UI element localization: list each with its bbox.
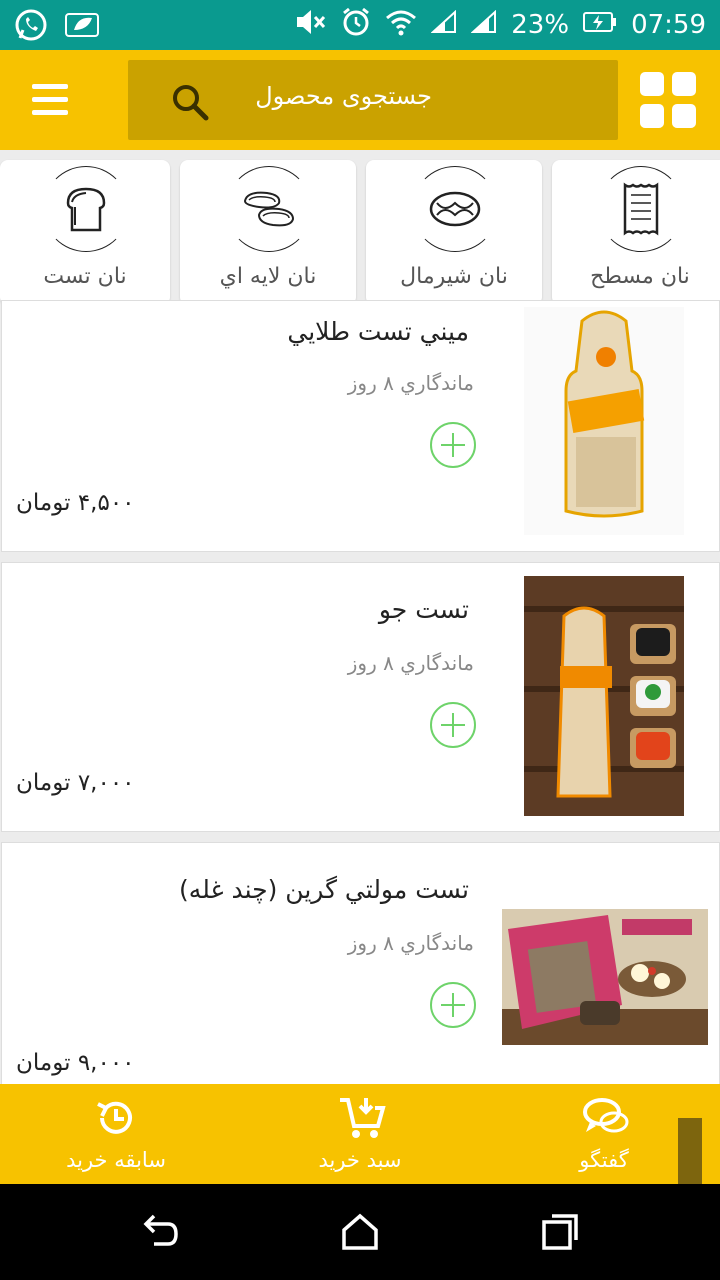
nav-label: سبد خريد [318, 1148, 402, 1172]
product-name: ميني تست طلايي [287, 317, 469, 346]
leaf-icon [64, 10, 100, 44]
search-input[interactable]: جستجوی محصول [255, 82, 432, 110]
signal-icon [430, 9, 457, 41]
product-image [524, 307, 684, 535]
mute-icon [295, 8, 327, 43]
category-tabs: نان تست نان لایه اي نان شيرمال نان مسطح [0, 150, 720, 310]
nav-label: سابقه خريد [66, 1148, 166, 1172]
tab-braided-bread[interactable]: نان شيرمال [366, 160, 542, 305]
braided-bread-icon [412, 166, 498, 252]
product-name: تست جو [378, 595, 469, 624]
status-bar: 23% 07:59 [0, 0, 720, 50]
search-icon[interactable] [170, 82, 210, 122]
product-card[interactable]: تست جو ماندگاري ۸ روز ۷,۰۰۰ تومان [1, 562, 720, 832]
battery-charging-icon [583, 10, 617, 40]
wifi-icon [385, 8, 417, 43]
back-icon[interactable] [140, 1212, 180, 1252]
product-card[interactable]: تست مولتي گرين (چند غله) ماندگاري ۸ روز … [1, 842, 720, 1094]
tab-label: نان تست [43, 264, 127, 289]
nav-cart[interactable]: سبد خريد [280, 1094, 440, 1179]
alarm-icon [341, 7, 371, 44]
whatsapp-icon [14, 8, 48, 46]
add-to-cart-button[interactable] [430, 702, 476, 748]
recent-apps-icon[interactable] [540, 1212, 580, 1252]
product-shelf-life: ماندگاري ۸ روز [347, 931, 474, 955]
app-header: جستجوی محصول [0, 50, 720, 150]
product-price: ۷,۰۰۰ تومان [16, 770, 135, 796]
battery-percent: 23% [511, 10, 570, 40]
layered-bread-icon [226, 166, 312, 252]
toast-bread-icon [43, 166, 129, 252]
tab-flat-bread[interactable]: نان مسطح [552, 160, 720, 305]
tab-label: نان مسطح [590, 264, 690, 289]
product-price: ۴,۵۰۰ تومان [16, 490, 135, 516]
tab-label: نان لایه اي [219, 264, 317, 289]
product-image [502, 909, 708, 1045]
add-to-cart-button[interactable] [430, 982, 476, 1028]
system-navigation-bar [0, 1184, 720, 1280]
tab-label: نان شيرمال [400, 264, 508, 289]
search-bar[interactable]: جستجوی محصول [128, 60, 618, 140]
history-icon [94, 1096, 138, 1140]
product-image [524, 576, 684, 816]
nav-purchase-history[interactable]: سابقه خريد [36, 1094, 196, 1179]
flat-bread-icon [598, 166, 684, 252]
clock: 07:59 [631, 10, 706, 40]
product-card[interactable]: ميني تست طلايي ماندگاري ۸ روز ۴,۵۰۰ توما… [1, 300, 720, 552]
cart-icon [338, 1096, 386, 1140]
menu-icon[interactable] [32, 82, 68, 118]
bottom-navigation: سابقه خريد سبد خريد گفتگو [0, 1084, 720, 1184]
grid-icon[interactable] [640, 72, 698, 130]
add-to-cart-button[interactable] [430, 422, 476, 468]
product-price: ۹,۰۰۰ تومان [16, 1050, 135, 1076]
product-shelf-life: ماندگاري ۸ روز [347, 651, 474, 675]
tab-toast-bread[interactable]: نان تست [0, 160, 170, 305]
tab-layered-bread[interactable]: نان لایه اي [180, 160, 356, 305]
product-name: تست مولتي گرين (چند غله) [179, 875, 469, 904]
home-icon[interactable] [340, 1212, 380, 1252]
signal-icon [470, 9, 497, 41]
product-shelf-life: ماندگاري ۸ روز [347, 371, 474, 395]
